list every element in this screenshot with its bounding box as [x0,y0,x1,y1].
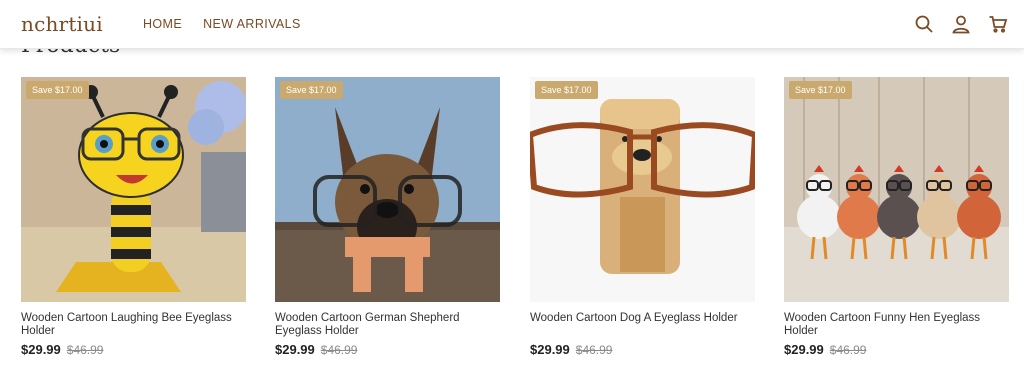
save-badge: Save $17.00 [26,81,89,99]
price-row: $29.99 $46.99 [21,342,246,357]
compare-price: $46.99 [575,343,613,357]
nav-new-arrivals-link[interactable]: NEW ARRIVALS [203,17,301,31]
sale-price: $29.99 [784,342,824,357]
nav-home-link[interactable]: HOME [143,17,182,31]
product-card-dog-a[interactable]: Save $17.00 Wooden Cartoon Dog A Eyeglas… [530,77,755,357]
sale-price: $29.99 [21,342,61,357]
search-icon[interactable] [914,14,934,34]
site-header: nchrtiui HOME NEW ARRIVALS [0,0,1024,49]
product-image-dog-a[interactable]: Save $17.00 [530,77,755,302]
save-badge: Save $17.00 [280,81,343,99]
store-logo[interactable]: nchrtiui [21,12,103,36]
save-badge: Save $17.00 [789,81,852,99]
compare-price: $46.99 [66,343,104,357]
price-row: $29.99 $46.99 [275,342,500,357]
header-icons [914,14,1008,34]
price-row: $29.99 $46.99 [530,342,755,357]
save-badge: Save $17.00 [535,81,598,99]
compare-price: $46.99 [829,343,867,357]
product-image-bee[interactable]: Save $17.00 [21,77,246,302]
cart-icon[interactable] [988,14,1008,34]
product-image-funny-hen[interactable]: Save $17.00 [784,77,1009,302]
product-title[interactable]: Wooden Cartoon Laughing Bee Eyeglass Hol… [21,312,246,338]
product-card-funny-hen[interactable]: Save $17.00 Wooden Cartoon Funny Hen Eye… [784,77,1009,357]
sale-price: $29.99 [530,342,570,357]
sale-price: $29.99 [275,342,315,357]
product-title[interactable]: Wooden Cartoon German Shepherd Eyeglass … [275,312,500,338]
compare-price: $46.99 [320,343,358,357]
product-card-german-shepherd[interactable]: Save $17.00 Wooden Cartoon German Shephe… [275,77,500,357]
product-card-bee[interactable]: Save $17.00 Wooden Cartoon Laughing Bee … [21,77,246,357]
main-nav: HOME NEW ARRIVALS [143,17,301,31]
product-title[interactable]: Wooden Cartoon Funny Hen Eyeglass Holder [784,312,1009,338]
account-icon[interactable] [951,14,971,34]
product-image-german-shepherd[interactable]: Save $17.00 [275,77,500,302]
product-title[interactable]: Wooden Cartoon Dog A Eyeglass Holder [530,312,755,338]
price-row: $29.99 $46.99 [784,342,1009,357]
